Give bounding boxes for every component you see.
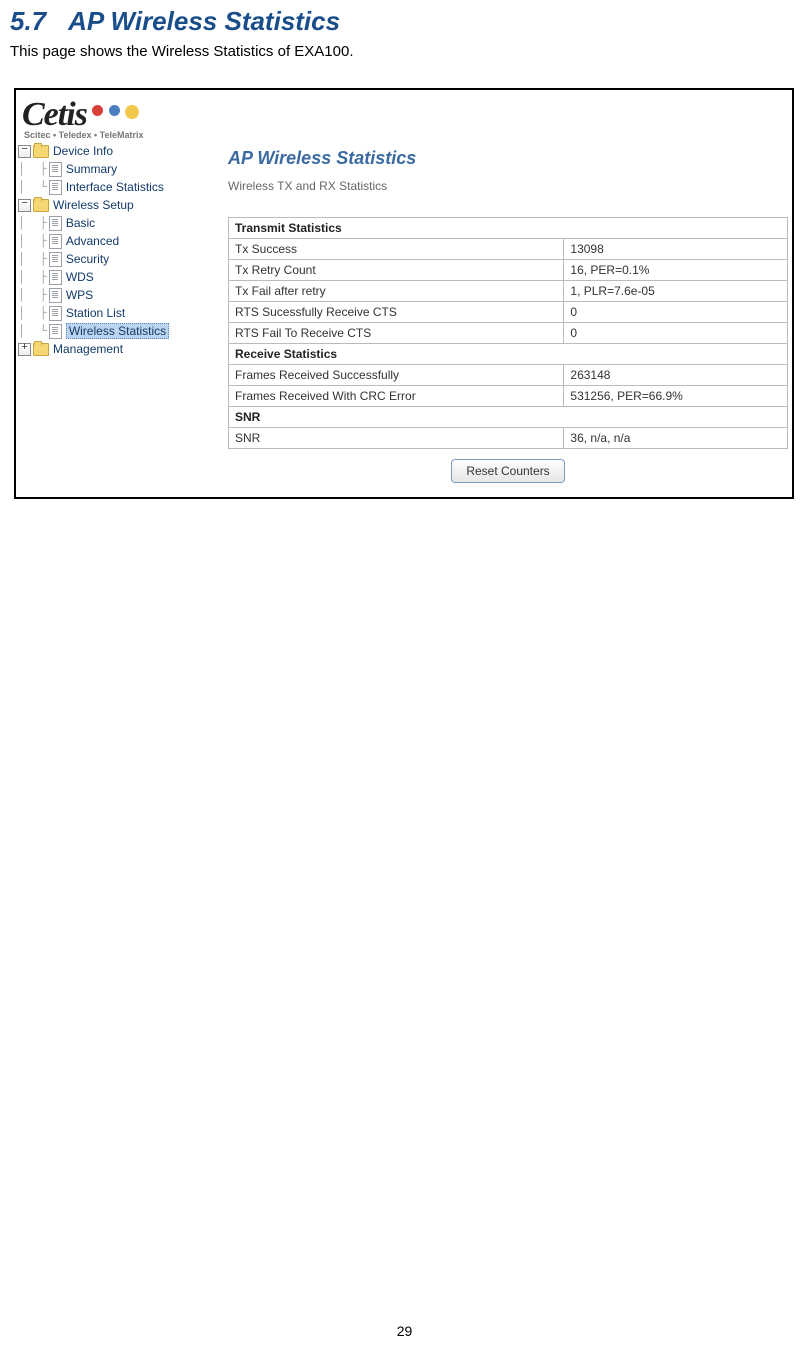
folder-icon [33,199,49,212]
table-row: Tx Retry Count 16, PER=0.1% [229,260,788,281]
tree-connector: │ ├ [18,216,49,230]
expand-icon[interactable]: + [18,343,31,356]
logo-tagline: Scitec • Teledex • TeleMatrix [24,130,786,140]
tree-item-wps[interactable]: │ ├ WPS [18,286,216,304]
table-row: RTS Sucessfully Receive CTS 0 [229,302,788,323]
stat-value: 16, PER=0.1% [564,260,788,281]
stat-label: Tx Success [229,239,564,260]
stat-value: 531256, PER=66.9% [564,386,788,407]
stat-label: Tx Retry Count [229,260,564,281]
table-row: Tx Success 13098 [229,239,788,260]
stat-value: 13098 [564,239,788,260]
stat-label: RTS Sucessfully Receive CTS [229,302,564,323]
stat-value: 1, PLR=7.6e-05 [564,281,788,302]
tree-item-advanced[interactable]: │ ├ Advanced [18,232,216,250]
table-row: Tx Fail after retry 1, PLR=7.6e-05 [229,281,788,302]
collapse-icon[interactable]: − [18,199,31,212]
content-area: AP Wireless Statistics Wireless TX and R… [218,140,792,497]
logo-word: Cetis [22,96,87,134]
page-icon [49,162,62,177]
page-icon [49,270,62,285]
tree-item-summary[interactable]: │ ├ Summary [18,160,216,178]
page-icon [49,234,62,249]
stat-label: Tx Fail after retry [229,281,564,302]
tree-connector: │ ├ [18,252,49,266]
tree-label: WDS [66,270,94,284]
page-number: 29 [0,1323,809,1339]
page-icon [49,216,62,231]
page-icon [49,306,62,321]
logo-dot-yellow [125,105,139,119]
stats-table: Transmit Statistics Tx Success 13098 Tx … [228,217,788,449]
section-number: 5.7 [10,6,46,36]
tree-item-interface-statistics[interactable]: │ └ Interface Statistics [18,178,216,196]
tree-item-device-info[interactable]: − Device Info [18,142,216,160]
snr-header: SNR [229,407,788,428]
tree-item-station-list[interactable]: │ ├ Station List [18,304,216,322]
folder-icon [33,343,49,356]
tree-connector: │ ├ [18,162,49,176]
tree-label: Basic [66,216,95,230]
logo-area: Cetis Scitec • Teledex • TeleMatrix [16,90,792,140]
stat-label: Frames Received Successfully [229,365,564,386]
stat-value: 0 [564,323,788,344]
tree-item-basic[interactable]: │ ├ Basic [18,214,216,232]
stat-label: RTS Fail To Receive CTS [229,323,564,344]
table-row: SNR 36, n/a, n/a [229,428,788,449]
table-row: Frames Received Successfully 263148 [229,365,788,386]
page-icon [49,252,62,267]
tree-label: Interface Statistics [66,180,164,194]
tree-label: Summary [66,162,117,176]
nav-tree: − Device Info │ ├ Summary │ └ Interface … [16,140,218,497]
page-icon [49,288,62,303]
page-icon [49,324,62,339]
transmit-header: Transmit Statistics [229,218,788,239]
table-row: RTS Fail To Receive CTS 0 [229,323,788,344]
tree-item-security[interactable]: │ ├ Security [18,250,216,268]
section-title-text: AP Wireless Statistics [68,6,340,36]
tree-item-wireless-statistics[interactable]: │ └ Wireless Statistics [18,322,216,340]
tree-connector: │ └ [18,324,49,338]
content-subtitle: Wireless TX and RX Statistics [228,179,788,193]
logo-dot-blue [109,105,120,116]
tree-item-wds[interactable]: │ ├ WDS [18,268,216,286]
tree-label: Management [53,342,123,356]
tree-connector: │ ├ [18,288,49,302]
logo-dot-red [92,105,103,116]
tree-item-wireless-setup[interactable]: − Wireless Setup [18,196,216,214]
tree-connector: │ ├ [18,306,49,320]
folder-icon [33,145,49,158]
tree-label: Device Info [53,144,113,158]
tree-label: Wireless Setup [53,198,134,212]
stat-value: 0 [564,302,788,323]
section-heading: 5.7 AP Wireless Statistics [10,6,799,37]
collapse-icon[interactable]: − [18,145,31,158]
tree-label-selected: Wireless Statistics [66,323,169,339]
content-title: AP Wireless Statistics [228,148,788,169]
reset-counters-button[interactable]: Reset Counters [451,459,564,483]
receive-header: Receive Statistics [229,344,788,365]
screenshot-frame: Cetis Scitec • Teledex • TeleMatrix − De… [14,88,794,499]
tree-connector: │ ├ [18,234,49,248]
page-icon [49,180,62,195]
tree-connector: │ └ [18,180,49,194]
tree-connector: │ ├ [18,270,49,284]
tree-item-management[interactable]: + Management [18,340,216,358]
stat-value: 36, n/a, n/a [564,428,788,449]
intro-text: This page shows the Wireless Statistics … [10,43,799,60]
stat-label: Frames Received With CRC Error [229,386,564,407]
tree-label: Station List [66,306,125,320]
stat-label: SNR [229,428,564,449]
table-row: Frames Received With CRC Error 531256, P… [229,386,788,407]
tree-label: Security [66,252,109,266]
stat-value: 263148 [564,365,788,386]
tree-label: Advanced [66,234,119,248]
tree-label: WPS [66,288,93,302]
